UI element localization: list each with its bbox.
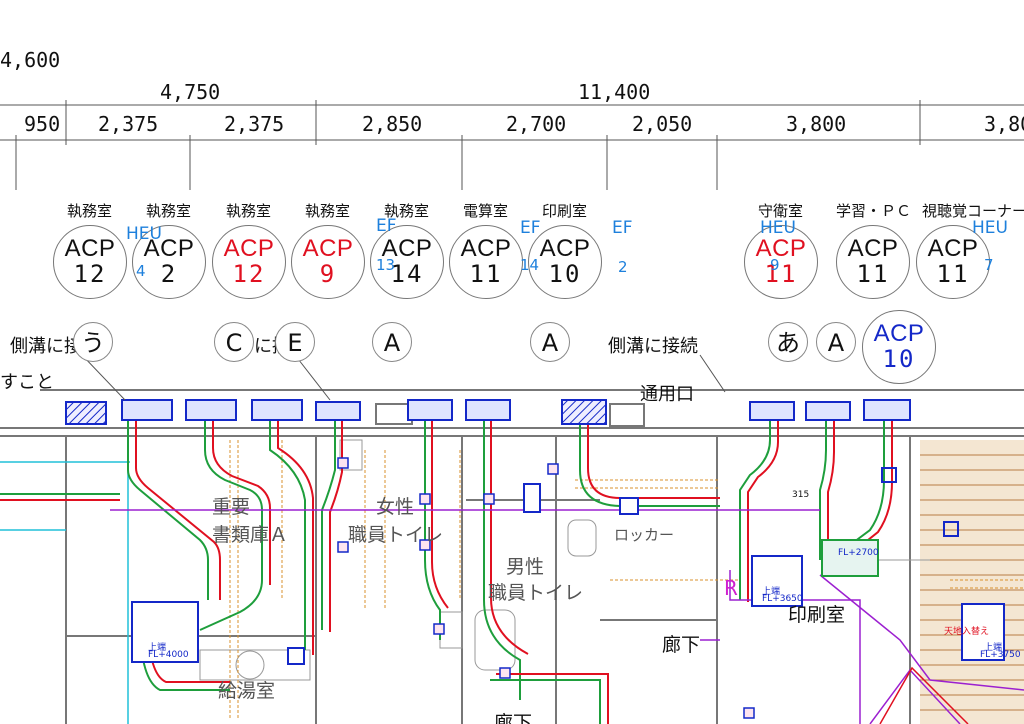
acp-unit-tag: ACP 12 xyxy=(212,225,286,299)
unit-code: ACP xyxy=(927,235,979,262)
unit-code: ACP xyxy=(460,235,512,262)
dim-lower-5: 2,700 xyxy=(506,112,567,136)
unit-code: ACP xyxy=(302,235,354,262)
dim-lower-4: 2,850 xyxy=(362,112,423,136)
dim-lower-3: 2,375 xyxy=(224,112,285,136)
grid-marker: あ xyxy=(768,322,808,362)
fan-tag-label: HEU xyxy=(126,224,162,244)
grid-marker: E xyxy=(275,322,315,362)
acp-unit-tag: ACP 10 xyxy=(862,310,936,384)
fan-tag-number: 13 xyxy=(376,256,396,274)
wood-floor-area xyxy=(920,440,1024,724)
fan-tag-number: 2 xyxy=(618,258,628,276)
room-print: 印刷室 xyxy=(788,604,846,626)
unit-code: ACP xyxy=(539,235,591,262)
unit-number: 10 xyxy=(548,260,582,288)
room-mens-toilet: 男性 xyxy=(506,556,545,578)
dim-lower-8: 3,80 xyxy=(984,112,1024,136)
fan-tag-label: EF xyxy=(376,216,397,236)
locker-label: ロッカー xyxy=(614,526,675,544)
fan-tag-label: HEU xyxy=(760,218,796,238)
dimension-note: 315 xyxy=(792,490,810,500)
unit-elevation: FL+4000 xyxy=(148,650,189,660)
fan-tag-number: 9 xyxy=(770,256,780,274)
room-womens-toilet: 女性 xyxy=(376,496,415,518)
dim-top: 4,600 xyxy=(0,48,61,72)
leader-lines xyxy=(81,354,726,401)
fan-tag-label: EF xyxy=(612,218,633,238)
dim-lower-2: 2,375 xyxy=(98,112,159,136)
acp-unit-tag: ACP 11 xyxy=(836,225,910,299)
room-storage: 書類庫Ａ xyxy=(212,524,289,546)
acp-unit-tag: ACP 11 xyxy=(449,225,523,299)
fan-tag-number: 7 xyxy=(984,256,994,274)
grid-marker: C xyxy=(214,322,254,362)
fan-tag-label: HEU xyxy=(972,218,1008,238)
unit-number: 9 xyxy=(319,260,337,288)
acp-unit-tag: ACP 12 xyxy=(53,225,127,299)
room-corridor: 廊下 xyxy=(494,712,533,724)
room-label: 印刷室 xyxy=(542,202,588,220)
room-corridor: 廊下 xyxy=(662,634,701,656)
unit-code: ACP xyxy=(223,235,275,262)
dim-lower-7: 3,800 xyxy=(786,112,847,136)
drain-note: すこと xyxy=(0,372,54,393)
unit-number: 11 xyxy=(469,260,503,288)
unit-number: 12 xyxy=(73,260,107,288)
fan-tag-number: 4 xyxy=(136,262,146,280)
flip-note: 天地入替え xyxy=(944,627,990,637)
top-units xyxy=(65,399,911,427)
grid-marker: う xyxy=(73,322,113,362)
dim-lower-6: 2,050 xyxy=(632,112,693,136)
unit-elevation: FL+3750 xyxy=(980,650,1021,660)
unit-elevation: FL+2700 xyxy=(838,548,879,558)
unit-elevation: FL+3650 xyxy=(762,594,803,604)
unit-code: ACP xyxy=(847,235,899,262)
room-label: 執務室 xyxy=(305,202,351,220)
unit-code: ACP xyxy=(873,320,925,347)
room-label: 学習・ＰＣ xyxy=(836,202,912,220)
unit-code: ACP xyxy=(64,235,116,262)
unit-number: 10 xyxy=(882,345,916,373)
grid-marker: A xyxy=(372,322,412,362)
unit-number: 11 xyxy=(856,260,890,288)
room-kitchen: 給湯室 xyxy=(218,680,276,702)
unit-code: ACP xyxy=(755,235,807,262)
dim-upper-2: 11,400 xyxy=(578,80,651,104)
fan-tag-number: 14 xyxy=(520,256,540,274)
grid-marker: A xyxy=(530,322,570,362)
unit-number: 11 xyxy=(764,260,798,288)
room-label: 執務室 xyxy=(146,202,192,220)
grid-marker: A xyxy=(816,322,856,362)
drain-note: 側溝に接続 xyxy=(608,336,698,357)
return-mark: R xyxy=(724,576,738,600)
room-womens-toilet: 職員トイレ xyxy=(348,524,444,546)
acp-unit-tag: ACP 9 xyxy=(291,225,365,299)
dim-lower-1: 950 xyxy=(24,112,61,136)
passage-label: 通用口 xyxy=(640,384,694,405)
room-label: 執務室 xyxy=(67,202,113,220)
room-label: 執務室 xyxy=(226,202,272,220)
unit-number: 12 xyxy=(232,260,266,288)
room-mens-toilet: 職員トイレ xyxy=(488,582,584,604)
dim-upper-1: 4,750 xyxy=(160,80,221,104)
unit-number: 11 xyxy=(936,260,970,288)
room-label: 電算室 xyxy=(463,202,509,220)
drain-note: 側溝に接 xyxy=(10,336,82,357)
room-storage: 重要 xyxy=(212,496,251,518)
cad-floor-plan: 4,600 4,750 11,400 950 2,375 2,375 2,850… xyxy=(0,0,1024,724)
fan-tag-label: EF xyxy=(520,218,541,238)
